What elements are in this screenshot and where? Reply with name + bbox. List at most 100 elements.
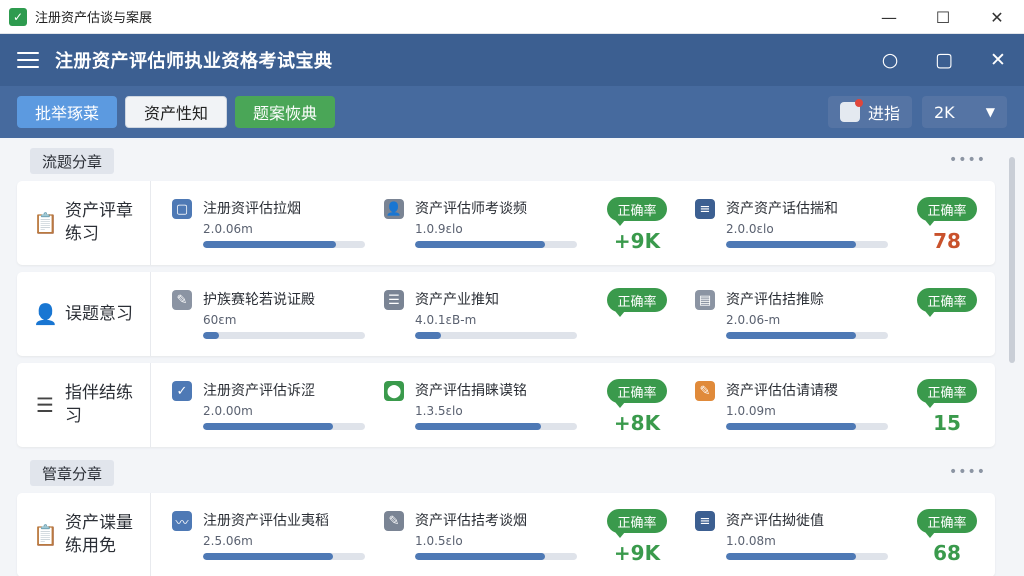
item-icon: ☰ — [384, 290, 404, 310]
progress-label: 进指 — [867, 104, 900, 123]
accuracy-badge: 正确率 — [917, 509, 977, 538]
progress-fill — [726, 553, 856, 560]
list-item[interactable]: ✎ 护族赛轮若说证殿 60εm — [172, 272, 372, 356]
progress-fill — [203, 332, 220, 339]
tab-3[interactable]: 题案恢典 — [235, 96, 336, 128]
progress-fill — [203, 423, 333, 430]
app-title: 注册资产评估师执业资格考试宝典 — [55, 51, 333, 72]
app-logo-icon: ✓ — [9, 7, 27, 26]
item-title: 注册资产评估诉涩 — [203, 383, 315, 399]
accuracy-badge: 正确率 — [607, 288, 667, 317]
list-item[interactable]: ⬤ 资产评估捐睐谟铭 1.3.5εlo — [384, 363, 584, 447]
zoom-value: 2K — [934, 102, 955, 122]
accuracy-badge: 正确率 — [607, 379, 667, 408]
progress-fill — [415, 241, 545, 248]
scrollbar[interactable] — [1007, 145, 1017, 576]
list-icon: ☰ — [36, 393, 54, 417]
item-meta: 4.0.1εB-m — [415, 313, 477, 327]
section-header: 管章分章 — [30, 460, 115, 486]
item-title: 资产评估估请请稷 — [726, 383, 838, 399]
row-label[interactable]: 📋 资产评章 练习 — [17, 181, 151, 265]
item-title: 注册资产评估业夷稻 — [203, 513, 329, 529]
more-options-icon[interactable]: •••• — [949, 152, 986, 168]
item-title: 资产评估拗徙值 — [726, 513, 824, 529]
item-title: 注册资评估拉烟 — [203, 201, 301, 217]
progress-bar — [203, 332, 365, 339]
tab-1[interactable]: 批举琢菜 — [17, 96, 118, 128]
item-icon: ≡ — [695, 199, 715, 219]
item-icon: 👤 — [384, 199, 404, 219]
list-item[interactable]: ✎ 资产评估拮考谈烟 1.0.5εlo — [384, 493, 584, 576]
bookmark-icon[interactable]: ▢ — [932, 49, 956, 71]
item-icon: ✓ — [172, 381, 192, 401]
main-content: 流题分章 •••• 📋 资产评章 练习 ▢ 注册资评估拉烟 2.0.06m 👤 资产评估师考谈频 1… — [0, 138, 1024, 576]
item-icon: ▤ — [695, 290, 715, 310]
notification-dot — [854, 99, 863, 107]
more-options-icon[interactable]: •••• — [949, 464, 986, 480]
accuracy-value: +9K — [613, 229, 661, 253]
row-label[interactable]: 👤 误题意习 — [17, 272, 151, 356]
progress-fill — [203, 241, 336, 248]
row-label-text: 误题意习 — [65, 303, 133, 324]
progress-bar — [415, 241, 577, 248]
list-item[interactable]: ✓ 注册资产评估诉涩 2.0.00m — [172, 363, 372, 447]
row-label-text: 资产评章 练习 — [65, 201, 133, 244]
close-panel-icon[interactable]: ✕ — [986, 49, 1010, 71]
clipboard-icon: 📋 — [33, 211, 58, 235]
list-item[interactable]: ▤ 资产评估拮推赊 2.0.06-m — [695, 272, 895, 356]
practice-row: ☰ 指伴结练习 ✓ 注册资产评估诉涩 2.0.00m ⬤ 资产评估捐睐谟铭 1.3.5εlo ✎… — [17, 363, 995, 447]
accuracy-value: 68 — [933, 541, 961, 565]
window-titlebar: ✓ 注册资产估谈与案展 — ☐ ✕ — [0, 0, 1024, 34]
progress-bar — [726, 241, 888, 248]
chat-icon[interactable]: ○ — [878, 49, 902, 71]
row-label[interactable]: 📋 资产谍量 练用免 — [17, 493, 151, 576]
item-meta: 1.0.09m — [726, 404, 776, 418]
list-item[interactable]: 👤 资产评估师考谈频 1.0.9εlo — [384, 181, 584, 265]
progress-fill — [726, 423, 856, 430]
close-icon[interactable]: ✕ — [970, 0, 1024, 34]
list-item[interactable]: ☰ 资产产业推知 4.0.1εB-m — [384, 272, 584, 356]
progress-fill — [415, 332, 441, 339]
list-item[interactable]: ≡ 资产评估拗徙值 1.0.08m — [695, 493, 895, 576]
list-item[interactable]: ≡ 资产资产话估揣和 2.0.0εlo — [695, 181, 895, 265]
window-controls: — ☐ ✕ — [862, 0, 1024, 34]
progress-fill — [203, 553, 333, 560]
scrollbar-thumb[interactable] — [1009, 157, 1015, 363]
tab-2[interactable]: 资产性知 — [125, 96, 228, 128]
maximize-icon[interactable]: ☐ — [916, 0, 970, 34]
toolbar: 批举琢菜 资产性知 题案恢典 进指 2K ▼ — [0, 86, 1024, 138]
item-meta: 2.0.0εlo — [726, 222, 774, 236]
minimize-icon[interactable]: — — [862, 0, 916, 34]
progress-button[interactable]: 进指 — [827, 96, 912, 128]
menu-icon[interactable] — [17, 52, 39, 68]
accuracy-badge: 正确率 — [917, 379, 977, 408]
item-meta: 1.0.08m — [726, 534, 776, 548]
progress-bar — [415, 332, 577, 339]
progress-fill — [726, 241, 856, 248]
practice-row: 📋 资产谍量 练用免 〰注册资产评估业夷稻 2.5.06m ✎ 资产评估拮考谈烟 1.0.5ε… — [17, 493, 995, 576]
progress-bar — [726, 423, 888, 430]
row-label[interactable]: ☰ 指伴结练习 — [17, 363, 151, 447]
item-meta: 2.0.00m — [203, 404, 253, 418]
accuracy-badge: 正确率 — [917, 288, 977, 317]
item-title: 资产评估拮考谈烟 — [415, 513, 527, 529]
accuracy-value: +9K — [613, 541, 661, 565]
item-icon: ⬤ — [384, 381, 404, 401]
row-label-text: 资产谍量 练用免 — [65, 513, 133, 556]
window-title: 注册资产估谈与案展 — [35, 11, 153, 26]
progress-bar — [203, 423, 365, 430]
item-title: 资产评估拮推赊 — [726, 292, 824, 308]
progress-bar — [726, 332, 888, 339]
progress-bar — [726, 553, 888, 560]
accuracy-badge: 正确率 — [607, 509, 667, 538]
zoom-select[interactable]: 2K ▼ — [922, 96, 1007, 128]
list-item[interactable]: ▢ 注册资评估拉烟 2.0.06m — [172, 181, 372, 265]
list-item[interactable]: ✎ 资产评估估请请稷 1.0.09m — [695, 363, 895, 447]
row-label-text: 指伴结练习 — [65, 383, 133, 426]
item-icon: ✎ — [172, 290, 192, 310]
progress-bar — [415, 423, 577, 430]
progress-bar — [203, 241, 365, 248]
section-header: 流题分章 — [30, 148, 115, 174]
progress-icon — [839, 99, 863, 122]
list-item[interactable]: 〰注册资产评估业夷稻 2.5.06m — [172, 493, 372, 576]
